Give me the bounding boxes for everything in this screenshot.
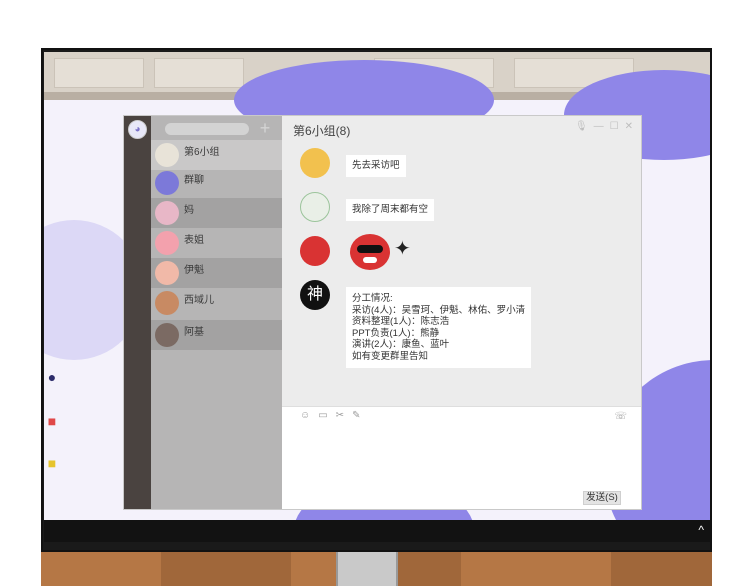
contact-avatar: [155, 171, 179, 195]
message-text: 采访(4人)：吴雪珂、伊魁、林佑、罗小清: [352, 304, 526, 316]
contact-item[interactable]: 表姐: [151, 228, 282, 258]
mic-icon[interactable]: 🎙: [575, 121, 588, 132]
contact-item[interactable]: 西域儿: [151, 288, 282, 318]
message-text: 如有变更群里告知: [352, 350, 429, 362]
contact-name: 西域儿: [184, 295, 214, 306]
contact-item[interactable]: 群聊: [151, 168, 282, 198]
contact-name: 第6小组: [184, 147, 220, 158]
contact-list: + 第6小组 群聊 妈 表姐 伊魁 西域儿 阿基: [151, 116, 282, 509]
contact-name: 伊魁: [184, 265, 204, 276]
monitor-stand: [336, 552, 398, 586]
message-text: 资料整理(1人)：陈志浩: [352, 316, 450, 327]
desktop-app-icon-2[interactable]: ■: [44, 408, 60, 434]
contact-avatar: [155, 231, 179, 255]
message-bubble: 先去采访吧: [346, 155, 406, 177]
emoji-icon[interactable]: ☺: [300, 410, 310, 421]
desktop-app-icon-3[interactable]: ■: [44, 450, 60, 476]
chat-panel: 第6小组(8) 🎙 — ☐ ✕ 先去采访吧 我除了周末都有空 ✦ 神 分工情况:…: [282, 116, 641, 509]
message-bubble: 分工情况: 采访(4人)：吴雪珂、伊魁、林佑、罗小清 资料整理(1人)：陈志浩 …: [346, 287, 532, 368]
message-list: 先去采访吧 我除了周末都有空 ✦ 神 分工情况: 采访(4人)：吴雪珂、伊魁、林…: [282, 138, 641, 406]
wall-background: [0, 0, 750, 48]
send-button[interactable]: 发送(S): [583, 491, 621, 505]
desktop-app-icon-1[interactable]: ●: [44, 364, 60, 390]
contact-name: 表姐: [184, 235, 204, 246]
call-icon[interactable]: ☏: [614, 411, 627, 422]
contact-item[interactable]: 妈: [151, 198, 282, 228]
sticker-image: [350, 234, 390, 270]
contact-item[interactable]: 阿基: [151, 320, 282, 350]
message-text: 先去采访吧: [352, 160, 400, 171]
minimize-icon[interactable]: —: [594, 121, 604, 132]
sender-avatar[interactable]: [300, 148, 330, 178]
contact-avatar: [155, 291, 179, 315]
add-contact-button[interactable]: +: [257, 119, 273, 137]
avatar-glyph: 神: [306, 286, 323, 303]
composer-toolbar: ☺ ▭ ✂ ✎: [300, 410, 360, 421]
message-text: 分工情况:: [352, 293, 393, 304]
contact-name: 阿基: [184, 327, 204, 338]
window-controls: 🎙 — ☐ ✕: [575, 121, 633, 132]
contact-avatar: [155, 323, 179, 347]
message-text: 我除了周末都有空: [352, 204, 429, 215]
sender-avatar[interactable]: [300, 236, 330, 266]
user-avatar[interactable]: ◕: [128, 120, 147, 139]
taskbar: ^: [44, 520, 710, 542]
close-icon[interactable]: ✕: [625, 121, 633, 132]
message-bubble: 我除了周末都有空: [346, 199, 435, 221]
message-composer[interactable]: ☺ ▭ ✂ ✎ ☏ 发送(S): [282, 406, 641, 509]
contact-item[interactable]: 伊魁: [151, 258, 282, 288]
app-rail: ◕: [124, 116, 151, 509]
contact-name: 妈: [184, 205, 194, 216]
contact-name: 群聊: [184, 175, 204, 186]
maximize-icon[interactable]: ☐: [610, 121, 619, 132]
folder-icon[interactable]: ▭: [318, 410, 327, 421]
chat-title: 第6小组(8): [293, 124, 351, 138]
contact-avatar: [155, 143, 179, 167]
message-text: 演讲(2人)：康鱼、蓝叶: [352, 339, 450, 350]
sender-avatar[interactable]: 神: [300, 280, 330, 310]
message-text: PPT负责(1人)：熊静: [352, 327, 440, 339]
contact-item[interactable]: 第6小组: [151, 140, 282, 170]
sender-avatar[interactable]: [300, 192, 330, 222]
tray-expand-icon[interactable]: ^: [698, 523, 704, 537]
contact-avatar: [155, 201, 179, 225]
sparkle-icon: ✦: [394, 238, 411, 260]
scissors-icon[interactable]: ✂: [336, 410, 344, 421]
search-input[interactable]: [165, 123, 249, 135]
edit-icon[interactable]: ✎: [352, 410, 360, 421]
contact-avatar: [155, 261, 179, 285]
chat-window: ◕ + 第6小组 群聊 妈 表姐 伊魁 西域儿 阿基 第6小组(8) 🎙 — ☐…: [124, 116, 641, 509]
